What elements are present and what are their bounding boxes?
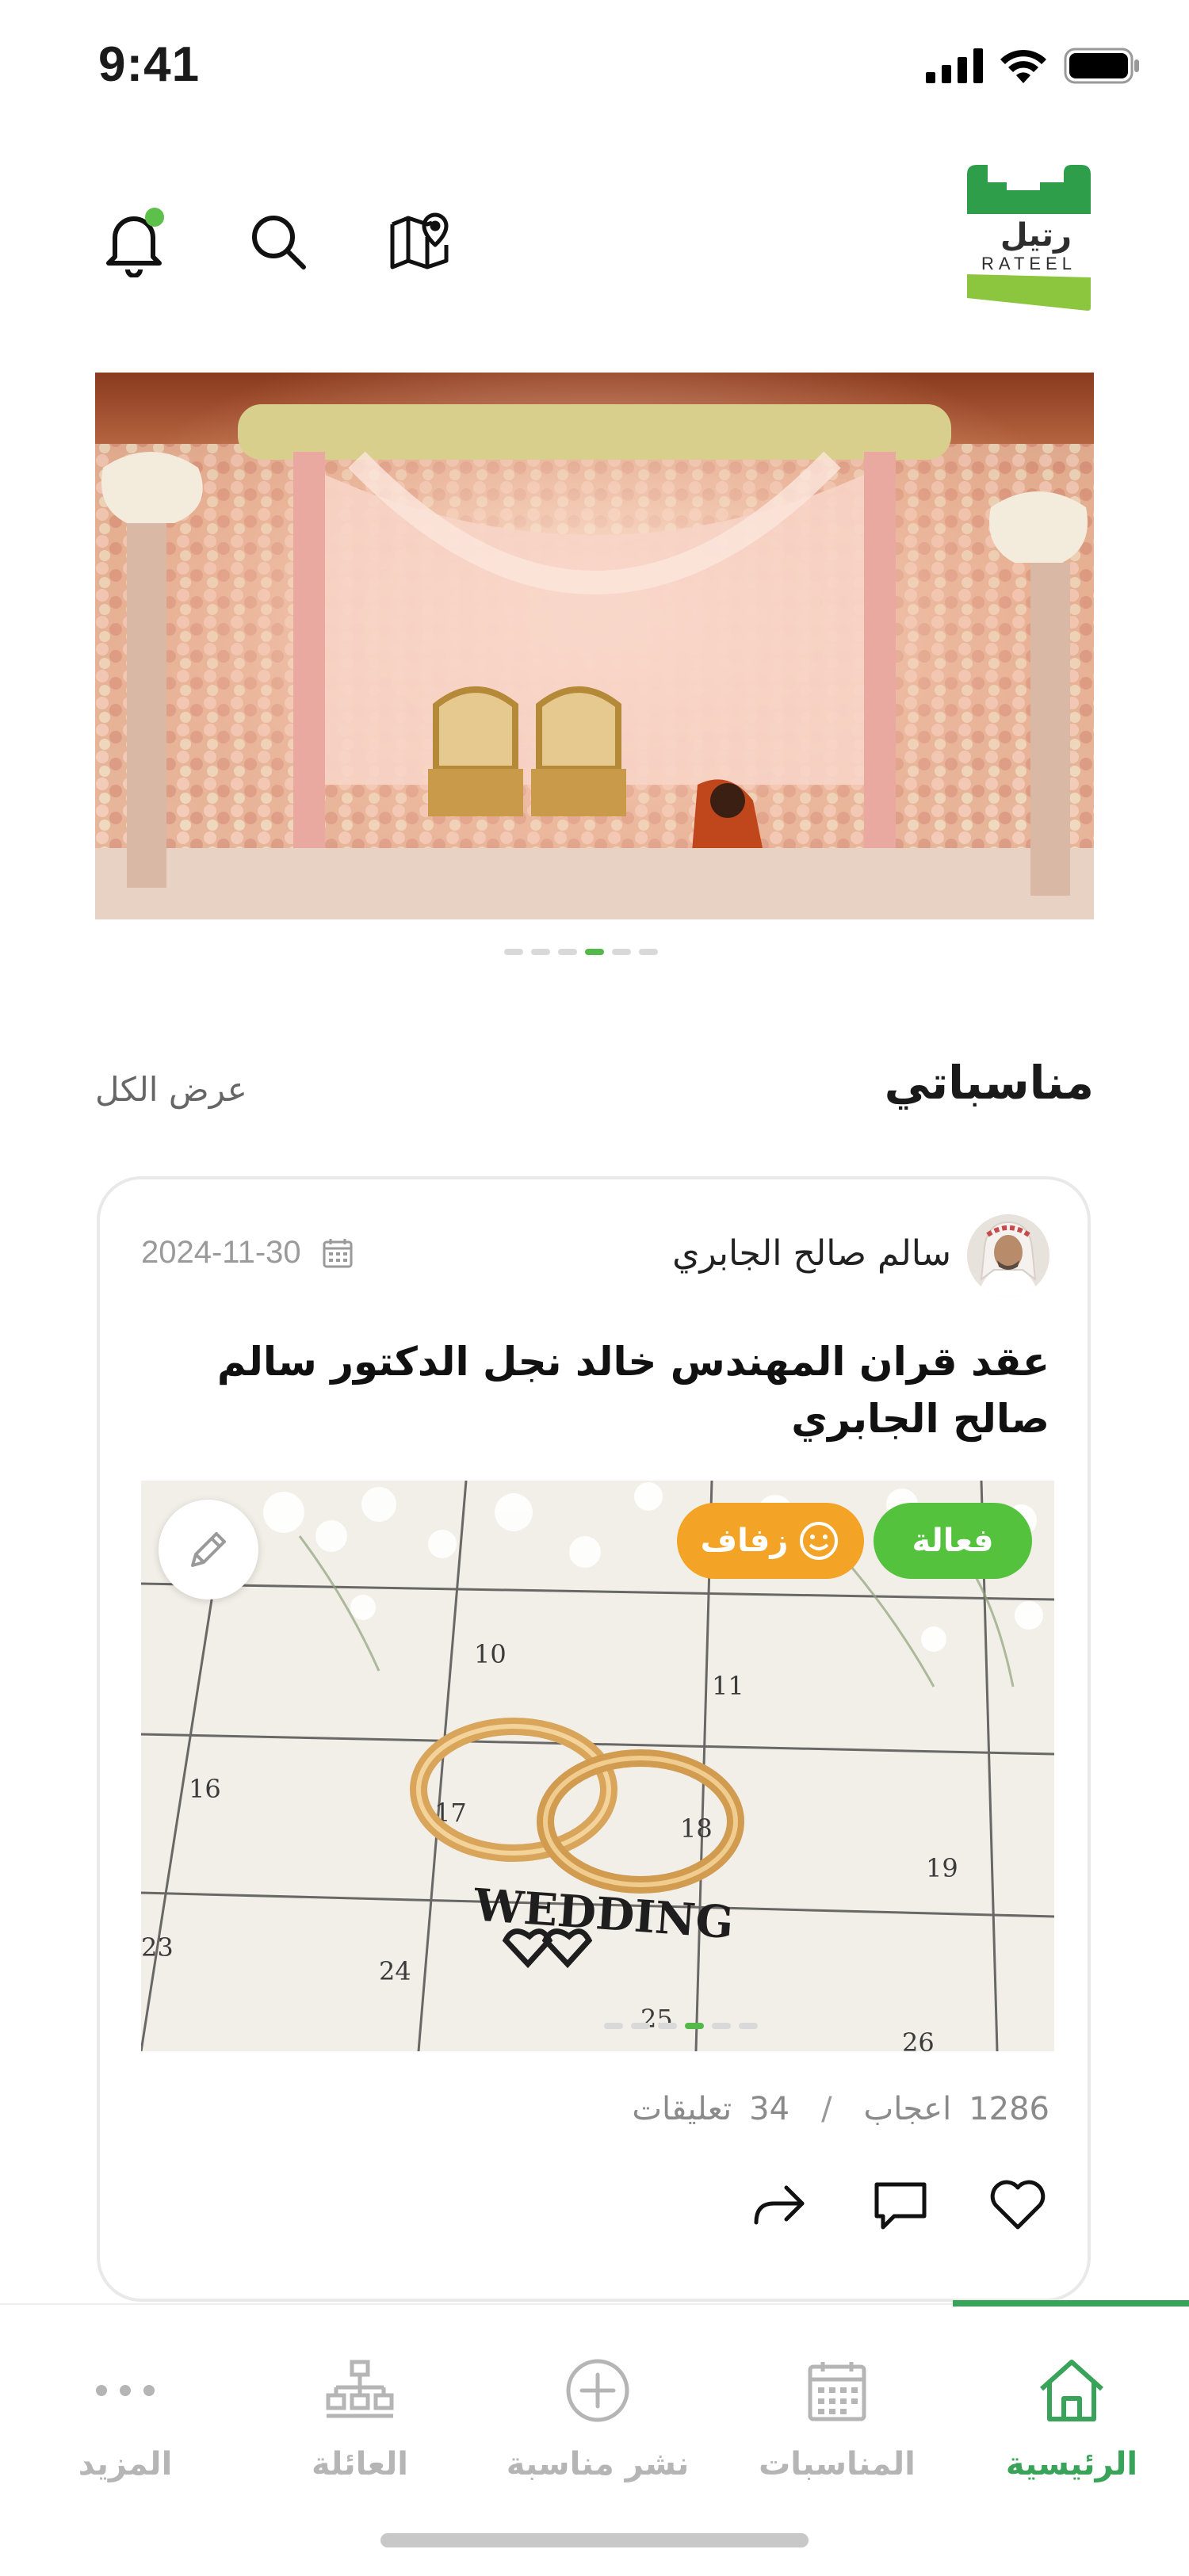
wifi-icon xyxy=(1000,49,1046,83)
svg-text:24: 24 xyxy=(379,1956,411,1986)
nav-home[interactable]: الرئيسية xyxy=(953,2352,1189,2482)
status-time: 9:41 xyxy=(98,37,201,92)
share-arrow-icon xyxy=(754,2185,805,2225)
likes-count: 1286 xyxy=(969,2091,1049,2127)
event-card[interactable]: سالم صالح الجابري 2024-11-30 عقد قران ال… xyxy=(97,1176,1091,2302)
event-date: 2024-11-30 xyxy=(141,1235,354,1271)
hero-banner[interactable] xyxy=(95,373,1094,919)
calendar-icon xyxy=(799,2352,875,2429)
hero-dot[interactable] xyxy=(558,949,577,955)
hero-dot-active[interactable] xyxy=(585,949,604,955)
plus-circle-icon xyxy=(560,2352,636,2429)
svg-text:19: 19 xyxy=(926,1853,958,1883)
svg-text:11: 11 xyxy=(712,1671,744,1701)
image-dot[interactable] xyxy=(604,2023,623,2029)
status-badge-label: فعالة xyxy=(912,1523,994,1559)
nav-more-label: المزيد xyxy=(78,2446,173,2482)
hero-dot[interactable] xyxy=(639,949,658,955)
likes-label: اعجاب xyxy=(863,2091,952,2127)
svg-text:16: 16 xyxy=(189,1774,221,1804)
nav-events[interactable]: المناسبات xyxy=(718,2352,956,2482)
status-badge: فعالة xyxy=(874,1503,1032,1579)
rateel-logo: رتيل RATEEL xyxy=(961,159,1097,314)
nav-publish-label: نشر مناسبة xyxy=(506,2446,690,2482)
nav-active-indicator xyxy=(953,2300,1189,2307)
date-text: 2024-11-30 xyxy=(141,1235,301,1270)
more-dots-icon xyxy=(87,2352,163,2429)
wedding-stage-image xyxy=(95,373,1094,919)
status-bar: 9:41 xyxy=(0,0,1189,135)
nav-events-label: المناسبات xyxy=(759,2446,916,2482)
comments-count: 34 xyxy=(749,2091,790,2127)
home-icon xyxy=(1034,2352,1110,2429)
section-title: مناسباتي xyxy=(884,1056,1094,1110)
nav-family-label: العائلة xyxy=(312,2446,408,2482)
status-icons xyxy=(926,48,1140,84)
image-dot[interactable] xyxy=(739,2023,758,2029)
battery-icon xyxy=(1064,48,1139,84)
engagement-stats: 1286 اعجاب / 34 تعليقات xyxy=(632,2091,1049,2127)
map-pin-icon[interactable] xyxy=(384,206,455,277)
svg-text:18: 18 xyxy=(680,1814,713,1844)
edit-button[interactable] xyxy=(159,1500,258,1599)
cellular-signal-icon xyxy=(926,48,983,83)
event-type-badge: زفاف xyxy=(677,1503,864,1579)
svg-text:25: 25 xyxy=(640,2004,673,2034)
app-header: رتيل RATEEL xyxy=(0,159,1189,333)
hero-dot[interactable] xyxy=(531,949,550,955)
nav-more[interactable]: المزيد xyxy=(6,2352,244,2482)
pencil-icon xyxy=(191,1532,226,1567)
comments-label[interactable]: تعليقات xyxy=(632,2091,732,2127)
search-icon[interactable] xyxy=(243,206,314,277)
home-indicator[interactable] xyxy=(380,2533,809,2547)
hero-dot[interactable] xyxy=(504,949,523,955)
svg-text:RATEEL: RATEEL xyxy=(981,254,1076,273)
image-dot[interactable] xyxy=(712,2023,731,2029)
family-tree-icon xyxy=(322,2352,398,2429)
image-dot-active[interactable] xyxy=(685,2023,704,2029)
notification-dot xyxy=(145,208,164,227)
event-title[interactable]: عقد قران المهندس خالد نجل الدكتور سالم ص… xyxy=(178,1333,1049,1447)
svg-text:10: 10 xyxy=(474,1639,507,1669)
bell-icon[interactable] xyxy=(100,206,171,277)
comment-button[interactable] xyxy=(869,2173,932,2237)
nav-publish-event[interactable]: نشر مناسبة xyxy=(479,2352,717,2482)
nav-family[interactable]: العائلة xyxy=(241,2352,479,2482)
hero-pagination-dots[interactable] xyxy=(504,949,658,955)
nav-home-label: الرئيسية xyxy=(1005,2446,1138,2482)
svg-text:23: 23 xyxy=(141,1932,174,1963)
calendar-icon xyxy=(323,1238,353,1267)
author-name[interactable]: سالم صالح الجابري xyxy=(672,1233,951,1274)
event-type-label: زفاف xyxy=(700,1523,789,1559)
svg-text:رتيل: رتيل xyxy=(1000,217,1072,254)
image-pagination-dots[interactable] xyxy=(604,2023,758,2029)
image-dot[interactable] xyxy=(658,2023,677,2029)
event-image[interactable]: 10 11 16 17 18 19 23 24 25 26 WEDDING فع… xyxy=(141,1481,1054,2051)
comment-icon xyxy=(874,2182,927,2230)
image-dot[interactable] xyxy=(631,2023,650,2029)
view-all-link[interactable]: عرض الكل xyxy=(95,1070,247,1109)
share-button[interactable] xyxy=(747,2173,810,2237)
svg-text:26: 26 xyxy=(902,2028,935,2051)
hero-dot[interactable] xyxy=(612,949,631,955)
smile-icon xyxy=(800,1522,839,1560)
heart-icon xyxy=(990,2180,1046,2230)
stats-separator: / xyxy=(821,2091,832,2127)
like-button[interactable] xyxy=(986,2173,1049,2237)
avatar[interactable] xyxy=(967,1214,1049,1297)
